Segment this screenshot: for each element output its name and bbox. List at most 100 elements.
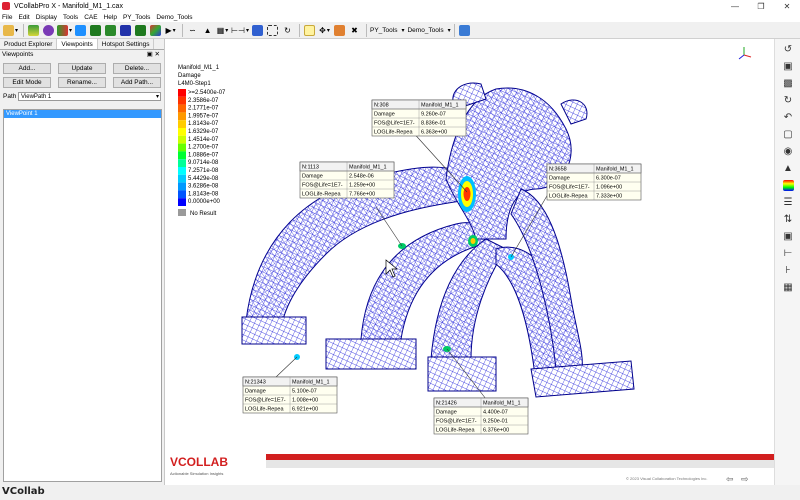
projection-icon[interactable]: ▢	[779, 127, 797, 141]
menu-file[interactable]: File	[2, 14, 12, 21]
status-bar	[0, 485, 800, 500]
close-icon[interactable]: ✕	[774, 0, 800, 12]
play-icon[interactable]: ▶ ▾	[164, 24, 177, 37]
legend-swatch	[178, 89, 186, 97]
fit-view-icon[interactable]: ▣	[779, 59, 797, 73]
probe-label[interactable]: N:1113 Manifold_M1_1 Damage 2.548e-06 FOS@Li…	[299, 161, 395, 199]
py-tools-dropdown[interactable]: PY_Tools	[370, 27, 397, 34]
menu-display[interactable]: Display	[36, 14, 57, 21]
pointer-icon[interactable]: ▲	[779, 161, 797, 175]
annotation-icon[interactable]: ⊦	[779, 263, 797, 277]
move-icon[interactable]: ✥ ▾	[318, 24, 331, 37]
probe-row-key: LOGLife-Repea	[245, 407, 284, 413]
tab-viewpoints[interactable]: Viewpoints	[57, 39, 98, 49]
legend-icon[interactable]	[779, 178, 797, 192]
eye-icon[interactable]: ◉	[779, 144, 797, 158]
label-icon[interactable]: ▦ ▾	[216, 24, 229, 37]
probe-row-key: LOGLife-Repea	[549, 194, 588, 200]
undo-view-icon[interactable]: ↶	[779, 110, 797, 124]
section-icon[interactable]	[251, 24, 264, 37]
panel-controls: ▣ ✕	[147, 50, 160, 60]
viewpoint-list: ViewPoint 1	[3, 109, 162, 482]
list-icon[interactable]: ☰	[779, 195, 797, 209]
layers-icon[interactable]	[27, 24, 40, 37]
color-cube-icon[interactable]	[74, 24, 87, 37]
demo-tools-dropdown-icon[interactable]: ▾	[448, 27, 451, 34]
menu-demo-tools[interactable]: Demo_Tools	[156, 14, 192, 21]
edit-mode-button[interactable]: Edit Mode	[3, 77, 51, 88]
chevron-down-icon[interactable]: ▾	[156, 93, 159, 101]
watermark: VCollab	[2, 486, 45, 497]
image-icon[interactable]: ▣	[779, 229, 797, 243]
rotate-icon[interactable]: ↻	[779, 93, 797, 107]
brand-logo: VCOLLAB	[170, 455, 228, 469]
open-folder-icon[interactable]: ▾	[3, 24, 18, 37]
tab-hotspot-settings[interactable]: Hotspot Settings	[98, 39, 155, 49]
selection-box-icon[interactable]	[266, 24, 279, 37]
ruler-icon[interactable]: ⊢	[779, 246, 797, 260]
probe-node-id: N:21343	[245, 380, 266, 386]
probe-row-value: 2.548e-06	[349, 174, 374, 180]
legend-swatch	[178, 135, 186, 144]
panel-tabs: Product Explorer Viewpoints Hotspot Sett…	[0, 39, 164, 50]
py-tools-dropdown-icon[interactable]: ▾	[401, 27, 404, 34]
probe-label[interactable]: N:308 Manifold_M1_1 Damage 9.260e-07 FOS@Lif…	[371, 99, 467, 137]
viewport-canvas[interactable]: Manifold_M1_1 Damage L4M0-Step1 >=2.5400…	[166, 39, 774, 485]
probe-icon[interactable]: ▲	[201, 24, 214, 37]
measure-icon[interactable]: ⊢⊣ ▾	[231, 24, 249, 37]
view-cube-icon[interactable]: ▩	[779, 76, 797, 90]
grid-icon[interactable]: ▦	[779, 280, 797, 294]
path-select[interactable]: ViewPath 1 ▾	[18, 92, 161, 101]
probe-label[interactable]: N:3658 Manifold_M1_1 Damage 6.300e-07 FOS@Li…	[546, 163, 642, 201]
probe-label[interactable]: N:21426 Manifold_M1_1 Damage 4.400e-07 FOS@L…	[433, 397, 529, 435]
3d-viewport[interactable]: Manifold_M1_1 Damage L4M0-Step1 >=2.5400…	[166, 39, 774, 485]
delete-icon[interactable]: ✖	[348, 24, 361, 37]
add-path-button[interactable]: Add Path...	[113, 77, 161, 88]
update-viewpoint-button[interactable]: Update	[58, 63, 106, 74]
probe-row-value: 1.096e+00	[596, 185, 622, 191]
panel-title: Viewpoints	[2, 51, 34, 58]
menu-tools[interactable]: Tools	[63, 14, 78, 21]
legend-value: 7.2571e-08	[188, 168, 219, 174]
graph-icon[interactable]: ∽	[186, 24, 199, 37]
right-toolbar: ↺ ▣ ▩ ↻ ↶ ▢ ◉ ▲ ☰ ⇅ ▣ ⊢ ⊦ ▦	[774, 39, 800, 485]
erase-icon[interactable]	[333, 24, 346, 37]
menu-cae[interactable]: CAE	[84, 14, 97, 21]
transform-icon[interactable]: ▾	[57, 24, 72, 37]
reset-view-icon[interactable]: ↺	[779, 42, 797, 56]
legend-swatch	[178, 198, 186, 206]
maximize-icon[interactable]: ❐	[748, 0, 774, 12]
rename-viewpoint-button[interactable]: Rename...	[58, 77, 106, 88]
menu-help[interactable]: Help	[104, 14, 117, 21]
settings-gear-icon[interactable]	[42, 24, 55, 37]
probe-row-key: Damage	[436, 410, 457, 416]
probe-row-value: 6.300e-07	[596, 176, 621, 182]
probe-label[interactable]: N:21343 Manifold_M1_1 Damage 5.100e-07 FOS@L…	[242, 376, 338, 414]
new-file-icon[interactable]	[303, 24, 316, 37]
menu-py-tools[interactable]: PY_Tools	[123, 14, 150, 21]
no-result-label: No Result	[190, 211, 217, 217]
fringe-icon[interactable]	[89, 24, 102, 37]
tab-product-explorer[interactable]: Product Explorer	[0, 39, 58, 49]
sort-icon[interactable]: ⇅	[779, 212, 797, 226]
viewpoints-panel-header: Viewpoints ▣ ✕	[0, 50, 164, 60]
list-item[interactable]: ViewPoint 1	[4, 110, 161, 118]
close-panel-icon[interactable]: ✕	[155, 51, 160, 58]
demo-tools-dropdown[interactable]: Demo_Tools	[407, 27, 443, 34]
branding-footer: VCOLLAB Actionable Simulation Insights ©…	[166, 451, 774, 481]
probe-row-key: Damage	[245, 389, 266, 395]
next-arrow-icon[interactable]: ⇨	[741, 474, 749, 484]
deform-icon[interactable]	[119, 24, 132, 37]
pin-icon[interactable]: ▣	[147, 51, 153, 58]
delete-viewpoint-button[interactable]: Delete...	[113, 63, 161, 74]
prev-arrow-icon[interactable]: ⇦	[726, 474, 734, 484]
animate-icon[interactable]	[134, 24, 147, 37]
edit-icon[interactable]	[458, 24, 471, 37]
refresh-icon[interactable]: ↻	[281, 24, 294, 37]
add-viewpoint-button[interactable]: Add...	[3, 63, 51, 74]
toolbar-separator	[453, 23, 455, 37]
menu-edit[interactable]: Edit	[18, 14, 29, 21]
surface-icon[interactable]	[104, 24, 117, 37]
multi-color-icon[interactable]	[149, 24, 162, 37]
minimize-icon[interactable]: —	[722, 0, 748, 12]
